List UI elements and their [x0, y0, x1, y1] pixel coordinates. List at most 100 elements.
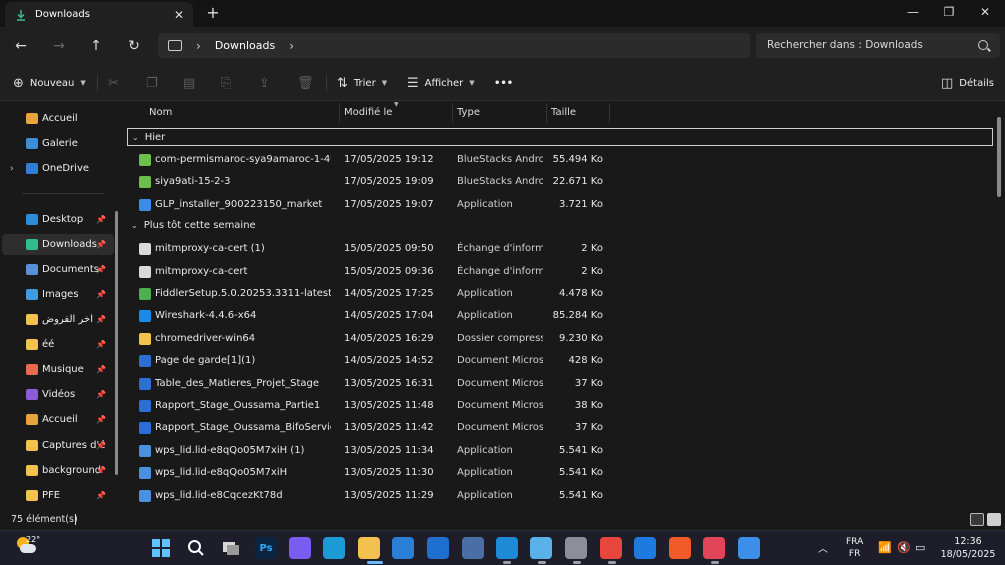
pen-icon[interactable] [738, 537, 760, 559]
wifi-icon[interactable]: 📶 [878, 541, 892, 554]
column-header-name[interactable]: Nom [145, 101, 337, 124]
copy-button[interactable]: ❐ [146, 74, 164, 92]
file-row[interactable]: Table_des_Matieres_Projet_Stage 13/05/202… [137, 373, 997, 395]
file-row[interactable]: Wireshark-4.4.6-x64 14/05/2025 17:04 Appli… [137, 305, 997, 327]
rename-button[interactable]: ⎘ [221, 74, 237, 92]
sidebar-item-onedrive[interactable]: › OneDrive [2, 158, 114, 179]
breadcrumb-chevron-icon[interactable]: › [196, 39, 201, 53]
sidebar-item-label: Desktop [42, 214, 84, 225]
sidebar-item-galerie[interactable]: Galerie [2, 133, 114, 154]
cut-button[interactable]: ✂ [108, 74, 125, 92]
sidebar-item-images[interactable]: Images 📌 [2, 284, 114, 305]
view-button[interactable]: ☰ Afficher ▼ [407, 74, 475, 92]
store-icon[interactable] [392, 537, 414, 559]
sidebar-item-background[interactable]: background 📌 [2, 460, 114, 481]
tray-overflow-icon[interactable]: ︿ [818, 540, 828, 555]
new-tab-button[interactable]: + [204, 4, 222, 22]
file-row[interactable]: Rapport_Stage_Oussama_Partie1 13/05/2025 … [137, 395, 997, 417]
file-row[interactable]: wps_lid.lid-e8qQo05M7xiH (1) 13/05/2025 1… [137, 440, 997, 462]
delete-button[interactable]: 🗑 [297, 74, 320, 92]
file-explorer-icon[interactable] [358, 537, 380, 559]
column-header-size[interactable]: Taille [547, 101, 609, 124]
file-row[interactable]: Page de garde[1](1) 14/05/2025 14:52 Docum… [137, 350, 997, 372]
new-button[interactable]: ⊕ Nouveau ▼ [13, 74, 86, 92]
file-row[interactable]: GLP_installer_900223150_market 17/05/2025… [137, 194, 997, 216]
defender-icon[interactable] [634, 537, 656, 559]
file-row[interactable]: Rapport_Stage_Oussama_BifoService 13/05/2… [137, 417, 997, 439]
file-row[interactable]: chromedriver-win64 14/05/2025 16:29 Dossie… [137, 328, 997, 350]
breadcrumb-downloads[interactable]: Downloads [215, 39, 275, 52]
language-indicator[interactable]: FRA FR [846, 536, 863, 560]
notepad-icon[interactable] [530, 537, 552, 559]
trash-icon: 🗑 [297, 75, 314, 91]
column-divider[interactable] [609, 103, 610, 123]
details-button[interactable]: ◫ Détails [941, 74, 994, 92]
mail-icon[interactable] [427, 537, 449, 559]
task-view-icon[interactable] [220, 537, 242, 559]
sidebar-item-8[interactable]: éé 📌 [2, 334, 114, 355]
search-icon[interactable] [185, 537, 207, 559]
list-scrollbar[interactable] [997, 117, 1001, 197]
close-tab-icon[interactable]: ✕ [171, 8, 187, 22]
column-header-type[interactable]: Type [453, 101, 545, 124]
details-view-icon[interactable] [970, 513, 984, 526]
settings-icon[interactable] [565, 537, 587, 559]
file-row[interactable]: mitmproxy-ca-cert 15/05/2025 09:36 Échange… [137, 261, 997, 283]
sidebar-item-musique[interactable]: Musique 📌 [2, 359, 114, 380]
sidebar-item-pfe[interactable]: PFE 📌 [2, 485, 114, 506]
sort-button[interactable]: ⇅ Trier ▼ [337, 74, 387, 92]
volume-muted-icon[interactable]: 🔇 [897, 541, 911, 554]
file-row[interactable]: FiddlerSetup.5.0.20253.3311-latest 14/05/… [137, 283, 997, 305]
collapse-chevron-icon[interactable]: ⌄ [131, 221, 138, 230]
sidebar-item-documents[interactable]: Documents 📌 [2, 259, 114, 280]
sidebar-item-accueil[interactable]: Accueil [2, 108, 114, 129]
paste-button[interactable]: ▤ [183, 74, 201, 92]
file-row[interactable]: wps_lid.lid-e8CqcezKt78d 13/05/2025 11:29… [137, 485, 997, 507]
forward-button[interactable]: → [49, 36, 69, 56]
file-row[interactable]: mitmproxy-ca-cert (1) 15/05/2025 09:50 Éch… [137, 238, 997, 260]
up-button[interactable]: ↑ [86, 36, 106, 56]
start-icon[interactable] [150, 537, 172, 559]
refresh-button[interactable]: ↻ [124, 36, 144, 56]
sidebar-item-downloads[interactable]: Downloads 📌 [2, 234, 114, 255]
chevron-down-icon: ▼ [381, 79, 388, 87]
search-input[interactable]: Rechercher dans : Downloads [756, 33, 1000, 58]
pgadmin-icon[interactable] [462, 537, 484, 559]
close-window-button[interactable]: ✕ [967, 0, 1003, 24]
sidebar-scrollbar[interactable] [115, 211, 118, 475]
column-header-modified[interactable]: Modifié le [340, 101, 450, 124]
sidebar-item-accueil[interactable]: Accueil 📌 [2, 409, 114, 430]
brave-icon[interactable] [669, 537, 691, 559]
copilot-icon[interactable] [289, 537, 311, 559]
sidebar-item-captures-d-c[interactable]: Captures d'éc 📌 [2, 435, 114, 456]
photoshop-icon[interactable]: Ps [255, 537, 277, 559]
file-row[interactable]: wps_lid.lid-e8qQo05M7xiH 13/05/2025 11:30… [137, 462, 997, 484]
collapse-chevron-icon[interactable]: ⌄ [132, 133, 139, 142]
large-icons-view-icon[interactable] [987, 513, 1001, 526]
address-bar[interactable]: › Downloads › [158, 33, 750, 58]
tab-downloads[interactable]: Downloads ✕ [5, 2, 193, 27]
file-row[interactable]: siya9ati-15-2-3 17/05/2025 19:09 BlueStack… [137, 171, 997, 193]
sidebar-item-desktop[interactable]: Desktop 📌 [2, 209, 114, 230]
clock[interactable]: 12:36 18/05/2025 [938, 535, 998, 561]
snipping-tool-icon[interactable] [703, 537, 725, 559]
file-row[interactable]: com-permismaroc-sya9amaroc-1-49372... 17/… [137, 149, 997, 171]
group-header[interactable]: ⌄ Hier [127, 128, 993, 146]
share-button[interactable]: ⇪ [259, 74, 276, 92]
search-icon[interactable] [978, 40, 988, 50]
breadcrumb-chevron-icon[interactable]: › [289, 39, 294, 53]
this-pc-icon[interactable] [168, 40, 182, 51]
more-options-button[interactable]: ••• [494, 74, 513, 92]
chrome-icon[interactable] [600, 537, 622, 559]
battery-icon[interactable]: ▭ [915, 541, 925, 554]
vscode-icon[interactable] [496, 537, 518, 559]
group-header[interactable]: ⌄ Plus tôt cette semaine [127, 217, 256, 235]
back-button[interactable]: ← [11, 36, 31, 56]
sidebar-item-7[interactable]: اخر الفروض 📌 [2, 309, 114, 330]
minimize-button[interactable]: — [895, 0, 931, 24]
file-type: Application [457, 467, 513, 479]
sidebar-item-vid-os[interactable]: Vidéos 📌 [2, 384, 114, 405]
maximize-button[interactable]: ❐ [931, 0, 967, 24]
expand-chevron-icon[interactable]: › [10, 164, 14, 174]
edge-icon[interactable] [323, 537, 345, 559]
